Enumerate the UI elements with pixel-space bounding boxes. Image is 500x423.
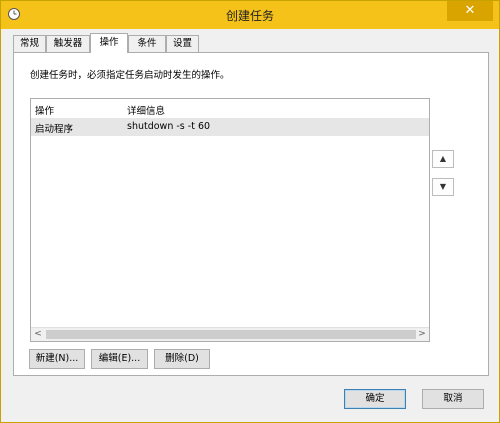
tab-conditions[interactable]: 条件: [128, 35, 166, 52]
scrollbar-thumb[interactable]: [46, 330, 416, 339]
delete-action-button[interactable]: 删除(D): [154, 349, 210, 369]
close-icon: ✕: [464, 3, 476, 18]
list-header: 操作 详细信息: [31, 99, 429, 118]
scroll-right-icon[interactable]: >: [415, 328, 429, 341]
tab-triggers[interactable]: 触发器: [46, 35, 90, 52]
table-row[interactable]: 启动程序 shutdown -s -t 60: [31, 118, 429, 136]
window-title: 创建任务: [225, 9, 274, 23]
tab-settings[interactable]: 设置: [166, 35, 199, 52]
actions-tab-panel: 创建任务时，必须指定任务启动时发生的操作。 操作 详细信息 启动程序 shutd…: [13, 52, 489, 376]
create-task-window: 创建任务 ✕ 常规 触发器 操作 条件 设置 创建任务时，必须指定任务启动时发生…: [0, 0, 500, 423]
cancel-button[interactable]: 取消: [422, 389, 484, 409]
move-up-button[interactable]: ▲: [432, 150, 454, 168]
close-button[interactable]: ✕: [447, 1, 493, 21]
move-down-button[interactable]: ▼: [432, 178, 454, 196]
new-action-button[interactable]: 新建(N)...: [29, 349, 85, 369]
ok-button[interactable]: 确定: [344, 389, 406, 409]
actions-list[interactable]: 操作 详细信息 启动程序 shutdown -s -t 60 < >: [30, 98, 430, 342]
row-details-cell: shutdown -s -t 60: [127, 121, 211, 132]
title-bar[interactable]: 创建任务 ✕: [1, 1, 499, 29]
tab-general[interactable]: 常规: [13, 35, 46, 52]
arrow-up-icon: ▲: [439, 154, 447, 163]
instruction-text: 创建任务时，必须指定任务启动时发生的操作。: [30, 70, 230, 81]
horizontal-scrollbar[interactable]: < >: [31, 327, 429, 341]
tab-actions[interactable]: 操作: [90, 33, 128, 53]
edit-action-button[interactable]: 编辑(E)...: [91, 349, 148, 369]
scroll-left-icon[interactable]: <: [31, 328, 45, 341]
column-header-action[interactable]: 操作: [35, 103, 54, 117]
arrow-down-icon: ▼: [439, 182, 447, 191]
column-header-details[interactable]: 详细信息: [127, 103, 165, 117]
row-action-cell: 启动程序: [35, 124, 74, 135]
